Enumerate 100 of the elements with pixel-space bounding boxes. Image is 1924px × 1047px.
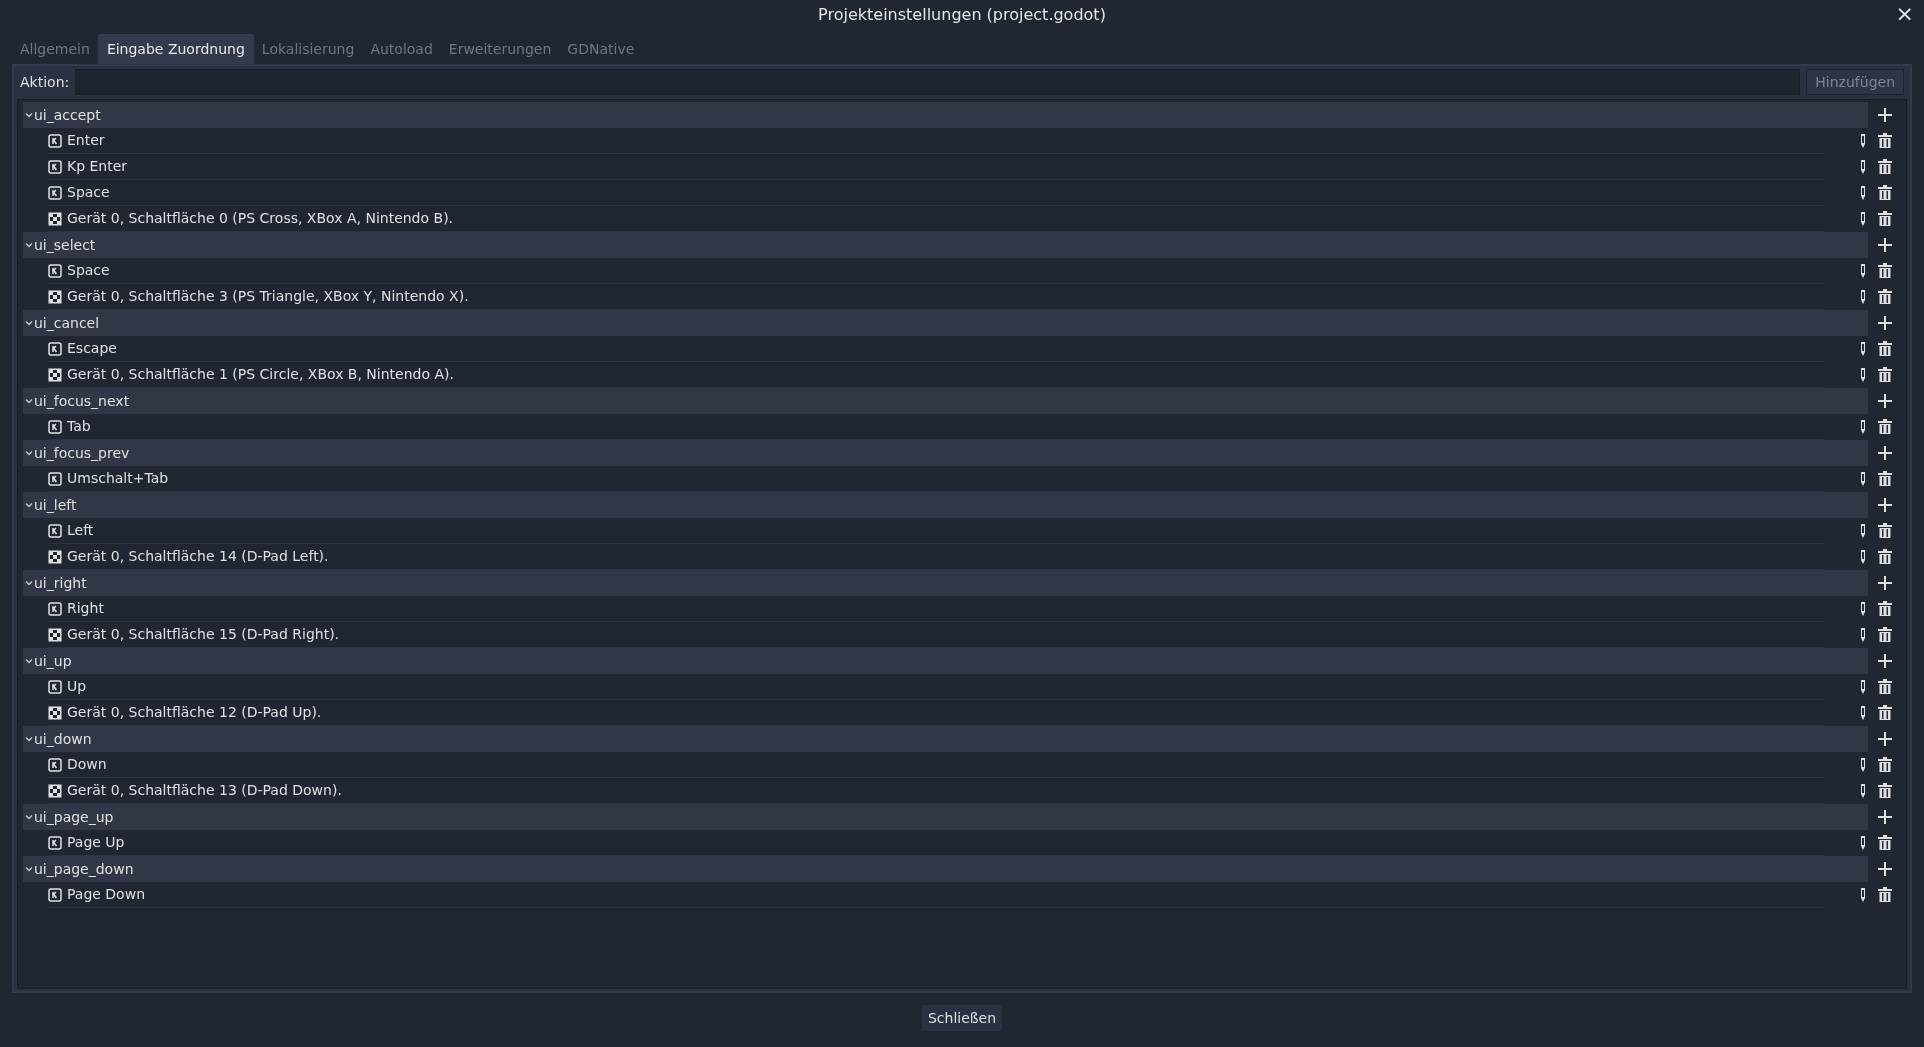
- window-title: Projekteinstellungen (project.godot): [818, 4, 1106, 26]
- action-name: ui_right: [34, 573, 87, 593]
- pencil-icon[interactable]: [1860, 133, 1866, 149]
- pencil-icon[interactable]: [1860, 159, 1866, 175]
- chevron-icon[interactable]: [25, 865, 33, 873]
- action-row[interactable]: ui_focus_prev: [23, 440, 1868, 466]
- input-event-label: Space: [67, 261, 110, 280]
- chevron-icon[interactable]: [25, 813, 33, 821]
- chevron-icon[interactable]: [25, 111, 33, 119]
- action-row[interactable]: ui_select: [23, 232, 1868, 258]
- pencil-icon[interactable]: [1860, 419, 1866, 435]
- close-dialog-button[interactable]: Schließen: [921, 1005, 1003, 1031]
- pencil-icon[interactable]: [1860, 523, 1866, 539]
- pencil-icon[interactable]: [1860, 783, 1866, 799]
- action-row[interactable]: ui_page_down: [23, 856, 1868, 882]
- action-name: ui_left: [34, 495, 77, 515]
- pencil-icon[interactable]: [1860, 627, 1866, 643]
- action-row[interactable]: ui_left: [23, 492, 1868, 518]
- trash-icon[interactable]: [1878, 419, 1892, 435]
- keyboard-key-icon: [48, 679, 62, 694]
- chevron-icon[interactable]: [25, 501, 33, 509]
- action-name: ui_focus_next: [34, 391, 130, 411]
- keyboard-key-icon: [48, 835, 62, 850]
- add-icon[interactable]: [1878, 238, 1892, 252]
- pencil-icon[interactable]: [1860, 341, 1866, 357]
- chevron-icon[interactable]: [25, 657, 33, 665]
- trash-icon[interactable]: [1878, 757, 1892, 773]
- input-event-label: Gerät 0, Schaltfläche 13 (D-Pad Down).: [67, 781, 342, 800]
- pencil-icon[interactable]: [1860, 185, 1866, 201]
- input-event-label: Gerät 0, Schaltfläche 12 (D-Pad Up).: [67, 703, 322, 722]
- add-icon[interactable]: [1878, 498, 1892, 512]
- chevron-icon[interactable]: [25, 319, 33, 327]
- input-event-label: Umschalt+Tab: [67, 469, 169, 488]
- trash-icon[interactable]: [1878, 211, 1892, 227]
- trash-icon[interactable]: [1878, 367, 1892, 383]
- input-event-label: Gerät 0, Schaltfläche 3 (PS Triangle, XBox Y, Nintendo X).: [67, 287, 469, 306]
- trash-icon[interactable]: [1878, 523, 1892, 539]
- input-event-label: Gerät 0, Schaltfläche 14 (D-Pad Left).: [67, 547, 329, 566]
- action-input-field[interactable]: [75, 69, 1801, 95]
- trash-icon[interactable]: [1878, 887, 1892, 903]
- pencil-icon[interactable]: [1860, 211, 1866, 227]
- action-label: Aktion:: [20, 72, 70, 92]
- chevron-icon[interactable]: [25, 735, 33, 743]
- add-icon[interactable]: [1878, 654, 1892, 668]
- trash-icon[interactable]: [1878, 133, 1892, 149]
- keyboard-key-icon: [48, 341, 62, 356]
- trash-icon[interactable]: [1878, 289, 1892, 305]
- trash-icon[interactable]: [1878, 601, 1892, 617]
- keyboard-key-icon: [48, 523, 62, 538]
- action-row[interactable]: ui_focus_next: [23, 388, 1868, 414]
- add-icon[interactable]: [1878, 394, 1892, 408]
- action-row[interactable]: ui_down: [23, 726, 1868, 752]
- pencil-icon[interactable]: [1860, 471, 1866, 487]
- pencil-icon[interactable]: [1860, 887, 1866, 903]
- pencil-icon[interactable]: [1860, 549, 1866, 565]
- add-icon[interactable]: [1878, 108, 1892, 122]
- trash-icon[interactable]: [1878, 705, 1892, 721]
- pencil-icon[interactable]: [1860, 289, 1866, 305]
- close-button[interactable]: ×: [1891, 2, 1918, 26]
- action-row[interactable]: ui_up: [23, 648, 1868, 674]
- trash-icon[interactable]: [1878, 835, 1892, 851]
- add-icon[interactable]: [1878, 446, 1892, 460]
- action-row[interactable]: ui_right: [23, 570, 1868, 596]
- trash-icon[interactable]: [1878, 471, 1892, 487]
- trash-icon[interactable]: [1878, 627, 1892, 643]
- add-icon[interactable]: [1878, 862, 1892, 876]
- add-icon[interactable]: [1878, 732, 1892, 746]
- chevron-icon[interactable]: [25, 449, 33, 457]
- keyboard-key-icon: [48, 471, 62, 486]
- gamepad-button-icon: [48, 211, 62, 226]
- gamepad-button-icon: [48, 783, 62, 798]
- trash-icon[interactable]: [1878, 679, 1892, 695]
- trash-icon[interactable]: [1878, 783, 1892, 799]
- chevron-icon[interactable]: [25, 579, 33, 587]
- add-icon[interactable]: [1878, 810, 1892, 824]
- pencil-icon[interactable]: [1860, 679, 1866, 695]
- pencil-icon[interactable]: [1860, 263, 1866, 279]
- action-row[interactable]: ui_cancel: [23, 310, 1868, 336]
- chevron-icon[interactable]: [25, 241, 33, 249]
- trash-icon[interactable]: [1878, 263, 1892, 279]
- pencil-icon[interactable]: [1860, 705, 1866, 721]
- add-icon[interactable]: [1878, 316, 1892, 330]
- pencil-icon[interactable]: [1860, 601, 1866, 617]
- pencil-icon[interactable]: [1860, 757, 1866, 773]
- trash-icon[interactable]: [1878, 185, 1892, 201]
- gamepad-button-icon: [48, 367, 62, 382]
- keyboard-key-icon: [48, 185, 62, 200]
- trash-icon[interactable]: [1878, 341, 1892, 357]
- chevron-icon[interactable]: [25, 397, 33, 405]
- input-event-label: Right: [67, 599, 104, 618]
- trash-icon[interactable]: [1878, 159, 1892, 175]
- pencil-icon[interactable]: [1860, 367, 1866, 383]
- action-name: ui_down: [34, 729, 92, 749]
- action-row[interactable]: ui_accept: [23, 102, 1868, 128]
- action-row[interactable]: ui_page_up: [23, 804, 1868, 830]
- add-icon[interactable]: [1878, 576, 1892, 590]
- trash-icon[interactable]: [1878, 549, 1892, 565]
- action-name: ui_select: [34, 235, 96, 255]
- pencil-icon[interactable]: [1860, 835, 1866, 851]
- tab[interactable]: Eingabe Zuordnung: [97, 34, 254, 64]
